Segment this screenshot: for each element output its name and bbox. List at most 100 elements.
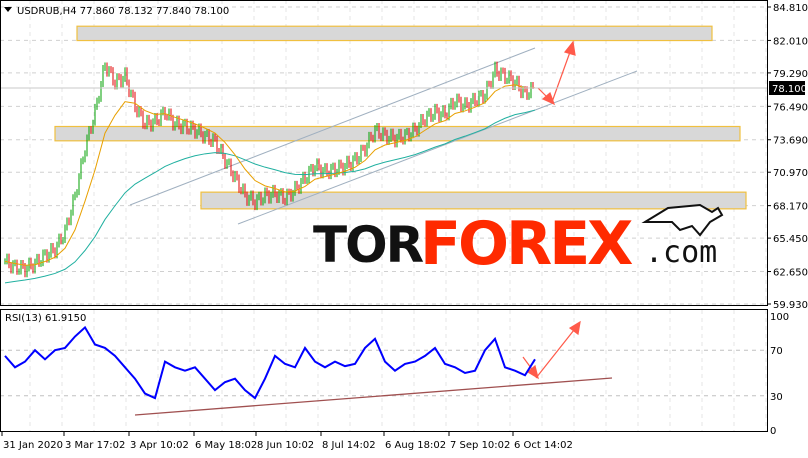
candle-body [18, 271, 20, 273]
candle-body [224, 156, 226, 166]
rsi-panel-frame [0, 309, 768, 432]
candle-body [382, 130, 384, 139]
candle-body [150, 122, 152, 129]
candle-body [180, 126, 182, 132]
candle-body [380, 135, 382, 139]
candle-body [466, 100, 468, 106]
candle-body [302, 174, 304, 181]
symbol-ohlc: USDRUB,H4 77.860 78.132 77.840 78.100 [17, 6, 229, 17]
candle-body [190, 123, 192, 132]
candle-body [408, 130, 410, 139]
candle-body [118, 76, 120, 78]
candle-body [340, 162, 342, 166]
price-tick-label: 65.450 [773, 234, 808, 245]
candle-body [450, 100, 452, 107]
candle-body [66, 220, 68, 228]
candle-body [352, 158, 354, 168]
candle-body [100, 84, 102, 99]
candle-body [96, 100, 98, 107]
candle-body [156, 115, 158, 123]
candle-body [246, 194, 248, 203]
candle-body [216, 138, 218, 151]
svg-text:FOREX: FOREX [420, 209, 633, 279]
candle-body [204, 133, 206, 141]
candle-body [282, 191, 284, 201]
candle-body [236, 173, 238, 178]
candle-body [46, 252, 48, 260]
candle-body [252, 193, 254, 203]
candle-body [82, 159, 84, 162]
candle-body [354, 155, 356, 159]
candle-body [420, 117, 422, 126]
candle-body [166, 116, 168, 118]
arrow-up-icon [563, 40, 576, 56]
current-price-label: 78.100 [772, 84, 807, 95]
candle-body [412, 125, 414, 136]
price-axis: 84.810 82.010 79.290 76.490 73.690 70.970 68.1… [767, 3, 808, 311]
candle-body [320, 167, 322, 176]
candle-body [222, 146, 224, 157]
candle-body [244, 186, 246, 195]
candle-body [464, 100, 466, 107]
time-tick-label: 31 Jan 2020 [3, 440, 63, 451]
candle-body [152, 121, 154, 129]
candle-body [532, 84, 534, 86]
candle-body [226, 162, 228, 166]
candle-body [442, 108, 444, 115]
dropdown-triangle-icon[interactable] [4, 7, 12, 12]
candle-body [238, 177, 240, 190]
candle-body [220, 146, 222, 152]
price-tick-label: 68.170 [773, 202, 808, 213]
candle-body [260, 194, 262, 203]
time-tick-label: 6 Oct 14:02 [514, 440, 573, 451]
candle-body [56, 244, 58, 256]
candle-body [474, 95, 476, 104]
candle-body [422, 117, 424, 123]
candle-body [454, 104, 456, 107]
candle-body [292, 192, 294, 199]
candle-body [172, 117, 174, 128]
candle-body [146, 117, 148, 127]
candle-body [458, 96, 460, 100]
rsi-tick-label: 100 [770, 312, 789, 323]
candle-body [240, 189, 242, 192]
candle-body [12, 263, 14, 271]
candle-body [386, 132, 388, 142]
candle-body [76, 192, 78, 195]
candle-body [214, 136, 216, 139]
rsi-trendline [134, 377, 613, 416]
candle-body [448, 106, 450, 118]
candle-body [196, 132, 198, 136]
candle-body [90, 129, 92, 131]
candle-body [492, 74, 494, 86]
candle-body [130, 92, 132, 95]
candle-body [36, 256, 38, 262]
candle-body [110, 69, 112, 71]
candle-body [396, 136, 398, 145]
candle-body [372, 137, 374, 140]
candle-body [394, 137, 396, 145]
candle-body [34, 261, 36, 271]
candle-body [132, 92, 134, 95]
price-tick-label: 70.970 [773, 168, 808, 179]
candle-body [524, 89, 526, 91]
candle-body [178, 118, 180, 127]
candle-body [10, 265, 12, 271]
candle-body [242, 186, 244, 192]
candle-body [452, 100, 454, 107]
candle-body [194, 126, 196, 136]
candle-body [438, 110, 440, 119]
candle-body [326, 166, 328, 174]
candle-body [126, 70, 128, 83]
candle-body [480, 92, 482, 94]
price-tick-label: 76.490 [773, 102, 808, 113]
candle-body [98, 98, 100, 101]
torforex-logo: TOR FOREX .com [313, 203, 724, 279]
candle-body [290, 191, 292, 199]
time-axis: 31 Jan 2020 3 Mar 17:02 3 Apr 10:02 6 May 1… [1, 431, 573, 451]
candle-body [262, 200, 264, 203]
candle-body [140, 109, 142, 114]
candle-body [122, 78, 124, 85]
zone-rect [76, 25, 713, 42]
candle-body [60, 236, 62, 242]
